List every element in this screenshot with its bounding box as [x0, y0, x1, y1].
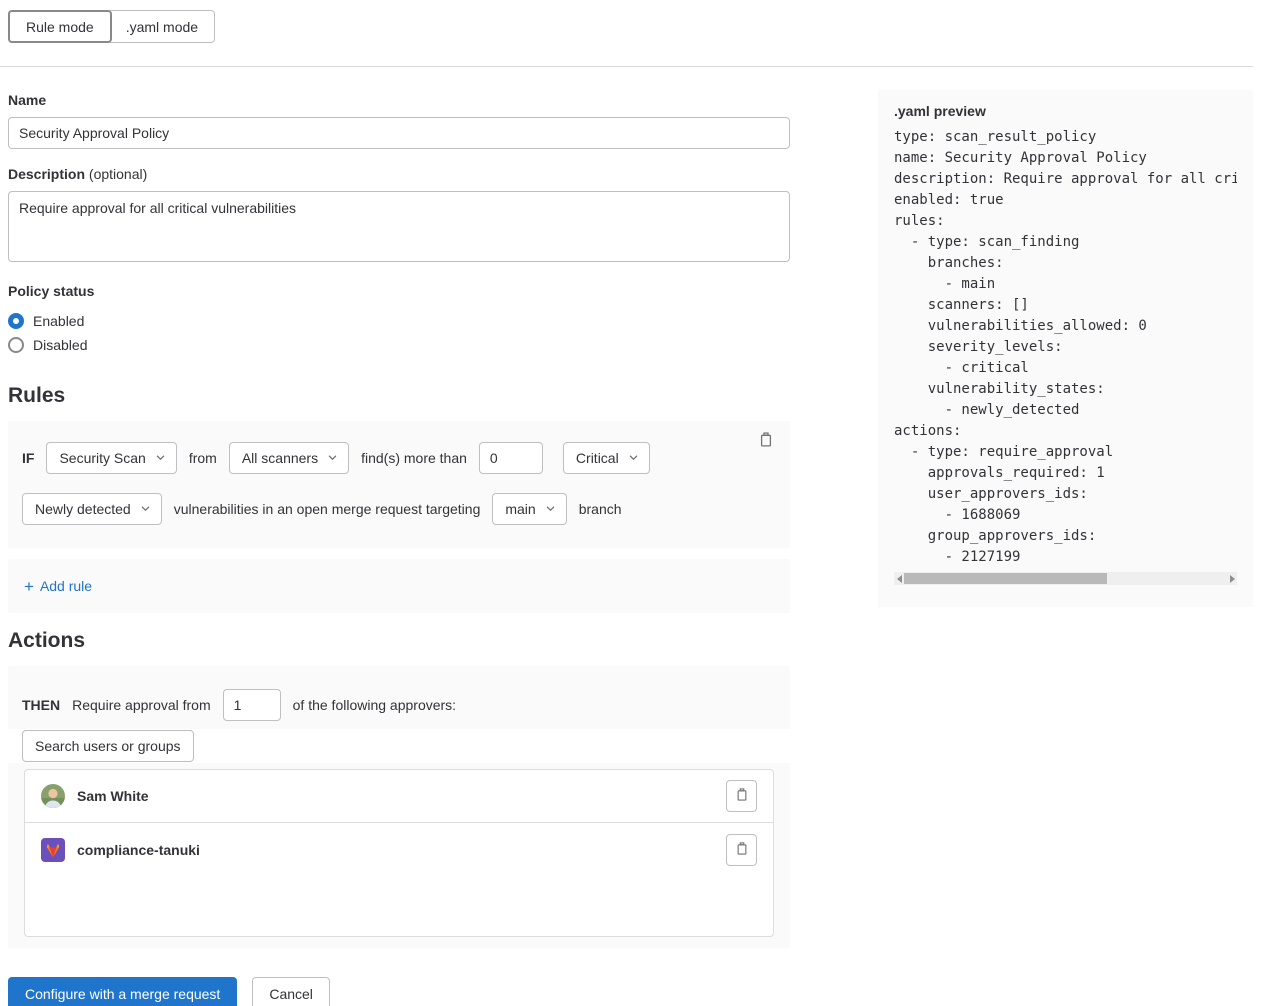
- description-textarea[interactable]: Require approval for all critical vulner…: [8, 191, 790, 262]
- rule-condition-row-1: IF Security Scan from All scanners find(…: [8, 421, 790, 474]
- from-label: from: [189, 450, 217, 466]
- add-rule-button[interactable]: + Add rule: [24, 578, 92, 595]
- approvers-list: Sam White: [24, 769, 774, 937]
- rule-condition-row-2: Newly detected vulnerabilities in an ope…: [8, 474, 790, 525]
- scanners-dropdown[interactable]: All scanners: [229, 442, 349, 474]
- trash-icon: [735, 787, 749, 805]
- following-approvers-label: of the following approvers:: [293, 697, 456, 713]
- actions-card: THEN Require approval from of the follow…: [8, 666, 790, 948]
- vulnerability-state-dropdown[interactable]: Newly detected: [22, 493, 162, 525]
- scroll-right-arrow-icon[interactable]: [1227, 572, 1237, 585]
- radio-enabled-control[interactable]: [8, 313, 24, 329]
- divider: [0, 66, 1253, 67]
- chevron-down-icon: [628, 450, 639, 466]
- radio-enabled[interactable]: Enabled: [8, 309, 790, 333]
- tab-yaml-mode[interactable]: .yaml mode: [110, 10, 215, 43]
- if-label: IF: [22, 450, 34, 466]
- policy-status-label: Policy status: [8, 283, 790, 299]
- branch-dropdown[interactable]: main: [492, 493, 566, 525]
- yaml-preview-panel: .yaml preview type: scan_result_policy n…: [878, 90, 1253, 607]
- approver-search-strip: Search users or groups: [8, 729, 790, 763]
- trash-icon: [758, 431, 774, 451]
- rules-heading: Rules: [8, 384, 790, 408]
- policy-form: Name Description (optional) Require appr…: [8, 84, 790, 1006]
- delete-rule-button[interactable]: [754, 429, 778, 453]
- radio-disabled-label: Disabled: [33, 337, 87, 353]
- name-input[interactable]: [8, 117, 790, 149]
- user-avatar: [41, 784, 65, 808]
- yaml-code: type: scan_result_policy name: Security …: [894, 127, 1237, 568]
- radio-disabled[interactable]: Disabled: [8, 333, 790, 357]
- chevron-down-icon: [155, 450, 166, 466]
- vulnerabilities-count-input[interactable]: [479, 442, 543, 474]
- actions-heading: Actions: [8, 629, 790, 653]
- tab-rule-mode[interactable]: Rule mode: [8, 10, 112, 43]
- approver-search-input[interactable]: Search users or groups: [22, 730, 194, 762]
- group-avatar: [41, 838, 65, 862]
- chevron-down-icon: [545, 501, 556, 517]
- chevron-down-icon: [140, 501, 151, 517]
- rule-card: IF Security Scan from All scanners find(…: [8, 421, 790, 548]
- scrollbar-track[interactable]: [904, 572, 1227, 585]
- branch-label: branch: [579, 501, 622, 517]
- approver-row: compliance-tanuki: [25, 823, 773, 876]
- policy-editor-page: Rule mode .yaml mode Name Description (o…: [0, 0, 1264, 1006]
- then-label: THEN: [22, 697, 60, 713]
- add-rule-strip: + Add rule: [8, 559, 790, 613]
- remove-approver-button[interactable]: [726, 834, 757, 866]
- targeting-label: vulnerabilities in an open merge request…: [174, 501, 481, 517]
- edit-mode-toggle: Rule mode .yaml mode: [8, 10, 215, 43]
- remove-approver-button[interactable]: [726, 780, 757, 812]
- approver-name: compliance-tanuki: [77, 842, 200, 858]
- configure-mr-button[interactable]: Configure with a merge request: [8, 977, 237, 1006]
- form-footer: Configure with a merge request Cancel: [8, 977, 790, 1006]
- radio-disabled-control[interactable]: [8, 337, 24, 353]
- approver-row: Sam White: [25, 770, 773, 823]
- approver-name: Sam White: [77, 788, 149, 804]
- trash-icon: [735, 841, 749, 859]
- scan-type-dropdown[interactable]: Security Scan: [46, 442, 176, 474]
- scroll-left-arrow-icon[interactable]: [894, 572, 904, 585]
- yaml-horizontal-scrollbar[interactable]: [894, 572, 1237, 585]
- description-optional-hint: (optional): [89, 166, 147, 182]
- approvals-required-input[interactable]: [223, 689, 281, 721]
- chevron-down-icon: [327, 450, 338, 466]
- require-approval-label: Require approval from: [72, 697, 211, 713]
- name-label: Name: [8, 92, 790, 108]
- then-row: THEN Require approval from of the follow…: [8, 666, 790, 729]
- radio-enabled-label: Enabled: [33, 313, 84, 329]
- scrollbar-thumb[interactable]: [904, 573, 1107, 584]
- severity-dropdown[interactable]: Critical: [563, 442, 650, 474]
- yaml-preview-title: .yaml preview: [894, 103, 1237, 119]
- finds-more-than-label: find(s) more than: [361, 450, 467, 466]
- cancel-button[interactable]: Cancel: [252, 977, 330, 1006]
- plus-icon: +: [24, 578, 34, 595]
- description-label: Description (optional): [8, 166, 790, 182]
